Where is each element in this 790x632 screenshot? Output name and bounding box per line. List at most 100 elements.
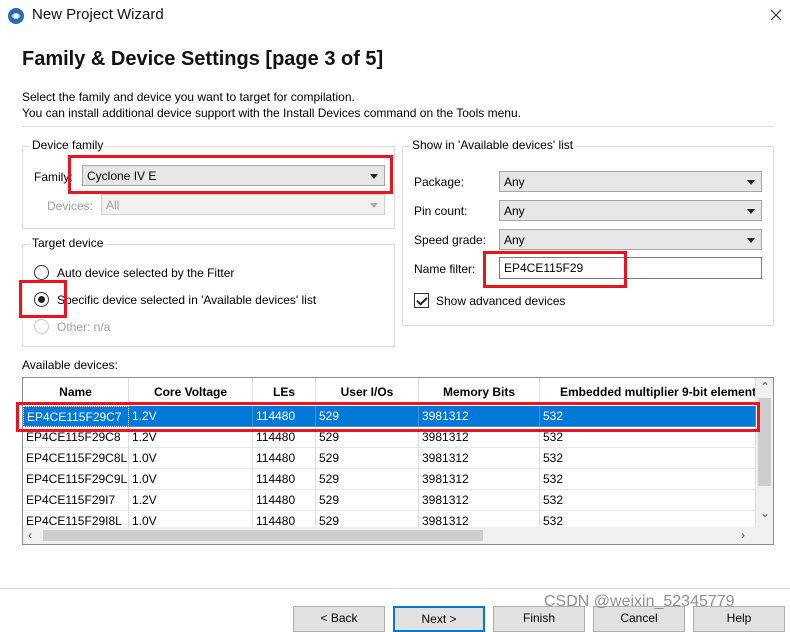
close-icon[interactable] <box>765 4 787 26</box>
column-header-core-voltage[interactable]: Core Voltage <box>129 378 253 404</box>
available-devices-table: Name Core Voltage LEs User I/Os Memory B… <box>22 377 774 545</box>
device-family-group <box>22 146 395 229</box>
cell-name: EP4CE115F29C9L <box>23 469 129 490</box>
scroll-up-icon[interactable]: ⌃ <box>760 380 770 394</box>
cell-user-ios: 529 <box>316 490 419 511</box>
cell-memory-bits: 3981312 <box>419 469 540 490</box>
cell-les: 114480 <box>253 490 316 511</box>
specific-device-label: Specific device selected in 'Available d… <box>57 293 317 307</box>
column-header-embedded-multiplier[interactable]: Embedded multiplier 9-bit elements <box>540 378 756 404</box>
devices-label: Devices: <box>47 199 94 213</box>
cell-core-voltage: 1.0V <box>129 448 253 469</box>
pin-count-dropdown[interactable]: Any <box>499 200 762 221</box>
other-device-radio[interactable] <box>34 319 49 334</box>
show-advanced-checkbox[interactable] <box>414 293 429 308</box>
column-header-les[interactable]: LEs <box>253 378 316 404</box>
pin-count-label: Pin count: <box>414 204 468 218</box>
horizontal-scrollbar[interactable]: ‹ › <box>23 527 756 544</box>
title-bar: New Project Wizard <box>0 0 790 32</box>
scroll-left-icon[interactable]: ‹ <box>28 528 32 542</box>
devices-dropdown[interactable]: All <box>101 194 385 215</box>
available-devices-label: Available devices: <box>22 358 118 372</box>
show-in-list-group-title: Show in 'Available devices' list <box>410 138 576 152</box>
wizard-header: Family & Device Settings [page 3 of 5] S… <box>0 32 790 126</box>
column-header-name[interactable]: Name <box>23 378 129 404</box>
horizontal-scroll-thumb[interactable] <box>43 530 483 541</box>
cell-memory-bits: 3981312 <box>419 490 540 511</box>
table-row[interactable]: EP4CE115F29C8L 1.0V 114480 529 3981312 5… <box>23 448 756 469</box>
cell-name: EP4CE115F29C7 <box>23 406 129 427</box>
page-title: Family & Device Settings [page 3 of 5] <box>22 48 384 70</box>
cell-memory-bits: 3981312 <box>419 448 540 469</box>
cell-embedded-multiplier: 532 <box>540 469 756 490</box>
cell-user-ios: 529 <box>316 406 419 427</box>
family-label: Family: <box>34 170 73 184</box>
vertical-scrollbar[interactable]: ⌃ ⌄ <box>756 378 773 527</box>
name-filter-label: Name filter: <box>414 262 476 276</box>
cell-embedded-multiplier: 532 <box>540 448 756 469</box>
next-button[interactable]: Next > <box>393 606 485 632</box>
speed-grade-dropdown-value: Any <box>504 233 525 247</box>
pin-count-dropdown-value: Any <box>504 204 525 218</box>
devices-dropdown-value: All <box>106 198 120 212</box>
chevron-down-icon <box>370 174 378 179</box>
cell-core-voltage: 1.0V <box>129 469 253 490</box>
package-label: Package: <box>414 175 465 189</box>
chevron-down-icon <box>747 238 755 243</box>
cell-memory-bits: 3981312 <box>419 406 540 427</box>
cell-les: 114480 <box>253 469 316 490</box>
cell-memory-bits: 3981312 <box>419 427 540 448</box>
cell-user-ios: 529 <box>316 469 419 490</box>
table-row[interactable]: EP4CE115F29C9L 1.0V 114480 529 3981312 5… <box>23 469 756 490</box>
family-dropdown-value: Cyclone IV E <box>87 169 157 183</box>
description-line-1: Select the family and device you want to… <box>22 90 355 104</box>
specific-device-radio[interactable] <box>34 292 49 307</box>
header-separator <box>22 126 774 127</box>
cell-les: 114480 <box>253 448 316 469</box>
package-dropdown[interactable]: Any <box>499 171 762 192</box>
name-filter-input[interactable] <box>500 258 761 278</box>
chevron-down-icon <box>747 209 755 214</box>
name-filter-input-box <box>499 257 762 279</box>
table-row[interactable]: EP4CE115F29C7 1.2V 114480 529 3981312 53… <box>23 406 756 427</box>
cell-user-ios: 529 <box>316 427 419 448</box>
watermark-text: CSDN @weixin_52345779 <box>544 593 735 610</box>
family-dropdown[interactable]: Cyclone IV E <box>82 165 385 186</box>
show-advanced-label: Show advanced devices <box>436 294 566 308</box>
auto-device-radio[interactable] <box>34 265 49 280</box>
target-device-group-title: Target device <box>30 236 106 250</box>
cell-name: EP4CE115F29I7 <box>23 490 129 511</box>
footer-separator <box>0 588 790 589</box>
description-line-2: You can install additional device suppor… <box>22 106 521 120</box>
cell-user-ios: 529 <box>316 448 419 469</box>
table-row[interactable]: EP4CE115F29C8 1.2V 114480 529 3981312 53… <box>23 427 756 448</box>
cell-les: 114480 <box>253 427 316 448</box>
chevron-down-icon <box>747 180 755 185</box>
column-header-user-ios[interactable]: User I/Os <box>316 378 419 404</box>
cell-les: 114480 <box>253 406 316 427</box>
vertical-scroll-thumb[interactable] <box>758 398 771 486</box>
column-header-memory-bits[interactable]: Memory Bits <box>419 378 540 404</box>
chevron-down-icon <box>370 203 378 208</box>
table-row[interactable]: EP4CE115F29I7 1.2V 114480 529 3981312 53… <box>23 490 756 511</box>
cell-embedded-multiplier: 532 <box>540 490 756 511</box>
speed-grade-dropdown[interactable]: Any <box>499 229 762 250</box>
other-device-label: Other: n/a <box>57 320 111 334</box>
cell-core-voltage: 1.2V <box>129 490 253 511</box>
speed-grade-label: Speed grade: <box>414 233 487 247</box>
package-dropdown-value: Any <box>504 175 525 189</box>
cell-core-voltage: 1.2V <box>129 406 253 427</box>
cell-name: EP4CE115F29C8L <box>23 448 129 469</box>
scroll-right-icon[interactable]: › <box>741 528 745 542</box>
window-title: New Project Wizard <box>32 6 164 23</box>
table-header: Name Core Voltage LEs User I/Os Memory B… <box>23 378 756 404</box>
back-button[interactable]: < Back <box>293 606 385 632</box>
cell-embedded-multiplier: 532 <box>540 406 756 427</box>
scroll-down-icon[interactable]: ⌄ <box>760 506 770 520</box>
quartus-app-icon <box>8 8 24 24</box>
scrollbar-corner <box>756 527 773 544</box>
cell-embedded-multiplier: 532 <box>540 427 756 448</box>
cell-core-voltage: 1.2V <box>129 427 253 448</box>
auto-device-label: Auto device selected by the Fitter <box>57 266 235 280</box>
cell-name: EP4CE115F29C8 <box>23 427 129 448</box>
